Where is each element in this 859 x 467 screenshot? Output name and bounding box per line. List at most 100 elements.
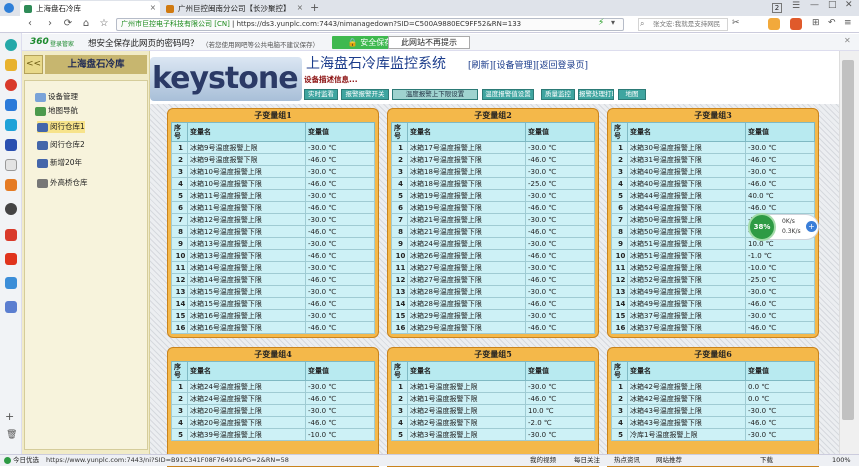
search-input[interactable]: 张文宏:我就是支持网民	[638, 18, 728, 31]
browser-sidebar-ball-icon[interactable]	[5, 203, 17, 215]
variable-value[interactable]: -30.0 ℃	[305, 380, 375, 393]
nav-button-6[interactable]: 报警处理打印	[578, 89, 614, 100]
status-item-download[interactable]: 下载	[760, 455, 773, 466]
table-row[interactable]: 2 冰箱17号温度报警下限 -46.0 ℃	[391, 153, 595, 166]
variable-value[interactable]: -30.0 ℃	[305, 261, 375, 274]
memory-gauge[interactable]: 38%	[748, 213, 776, 241]
variable-value[interactable]: -46.0 ℃	[745, 177, 815, 190]
table-row[interactable]: 11 冰箱27号温度报警上限 -30.0 ℃	[391, 261, 595, 274]
reload-icon[interactable]: ⟳	[62, 18, 74, 30]
variable-value[interactable]: -46.0 ℃	[305, 321, 375, 334]
tree-item-2[interactable]: 地图导航	[35, 105, 78, 117]
variable-value[interactable]: 40.0 ℃	[745, 189, 815, 202]
table-row[interactable]: 8 冰箱21号温度报警下限 -46.0 ℃	[391, 225, 595, 238]
table-row[interactable]: 4 冰箱18号温度报警下限 -25.0 ℃	[391, 177, 595, 190]
table-row[interactable]: 2 冰箱24号温度报警下限 -46.0 ℃	[171, 392, 375, 405]
close-tab-icon[interactable]: ×	[150, 3, 156, 12]
close-tab-icon[interactable]: ×	[297, 3, 303, 12]
variable-value[interactable]: -30.0 ℃	[525, 380, 595, 393]
variable-value[interactable]: -46.0 ℃	[525, 201, 595, 214]
variable-value[interactable]: 10.0 ℃	[525, 404, 595, 417]
browser-logo-icon[interactable]	[4, 3, 14, 13]
tree-item-5[interactable]: 新增20年	[37, 157, 82, 169]
table-row[interactable]: 15 冰箱16号温度报警上限 -30.0 ℃	[171, 309, 375, 322]
undo-icon[interactable]: ↶	[828, 18, 836, 28]
variable-value[interactable]: -30.0 ℃	[525, 261, 595, 274]
table-row[interactable]: 3 冰箱20号温度报警上限 -30.0 ℃	[171, 404, 375, 417]
table-row[interactable]: 7 冰箱21号温度报警上限 -30.0 ℃	[391, 213, 595, 226]
maximize-button[interactable]: □	[828, 0, 837, 10]
variable-value[interactable]: -46.0 ℃	[305, 153, 375, 166]
table-row[interactable]: 5 冰箱39号温度报警上限 -10.0 ℃	[171, 428, 375, 441]
table-row[interactable]: 6 冰箱19号温度报警下限 -46.0 ℃	[391, 201, 595, 214]
variable-value[interactable]: -46.0 ℃	[305, 177, 375, 190]
table-row[interactable]: 5 冰箱3号温度报警上限 -30.0 ℃	[391, 428, 595, 441]
variable-value[interactable]: -46.0 ℃	[525, 249, 595, 262]
browser-sidebar-app-icon[interactable]	[5, 139, 17, 151]
table-row[interactable]: 13 冰箱28号温度报警上限 -30.0 ℃	[391, 285, 595, 298]
variable-value[interactable]: -30.0 ℃	[525, 309, 595, 322]
browser-sidebar-p-icon[interactable]	[5, 119, 17, 131]
variable-value[interactable]: -46.0 ℃	[745, 153, 815, 166]
tree-item-4[interactable]: 闵行仓库2	[37, 139, 85, 151]
variable-value[interactable]: -46.0 ℃	[305, 392, 375, 405]
table-row[interactable]: 3 冰箱43号温度报警上限 -30.0 ℃	[611, 404, 815, 417]
variable-value[interactable]: -30.0 ℃	[745, 404, 815, 417]
table-row[interactable]: 16 冰箱37号温度报警下限 -46.0 ℃	[611, 321, 815, 334]
variable-value[interactable]: -10.0 ℃	[745, 261, 815, 274]
table-row[interactable]: 11 冰箱14号温度报警上限 -30.0 ℃	[171, 261, 375, 274]
table-row[interactable]: 2 冰箱1号温度报警下限 -46.0 ℃	[391, 392, 595, 405]
tree-item-6[interactable]: 外高桥仓库	[37, 177, 88, 189]
collapse-panel-button[interactable]: <<	[24, 55, 43, 74]
variable-value[interactable]: -46.0 ℃	[525, 321, 595, 334]
browser-sidebar-mail-icon[interactable]	[5, 99, 17, 111]
variable-value[interactable]: -30.0 ℃	[745, 285, 815, 298]
variable-value[interactable]: -30.0 ℃	[745, 141, 815, 154]
table-row[interactable]: 2 冰箱9号温度报警下限 -46.0 ℃	[171, 153, 375, 166]
home-icon[interactable]: ⌂	[80, 18, 92, 30]
table-row[interactable]: 10 冰箱13号温度报警下限 -46.0 ℃	[171, 249, 375, 262]
bookmark-star-icon[interactable]: ☆	[98, 18, 110, 30]
table-row[interactable]: 3 冰箱10号温度报警上限 -30.0 ℃	[171, 165, 375, 178]
browser-sidebar-home-icon[interactable]	[5, 39, 17, 51]
game-icon[interactable]	[790, 18, 802, 30]
browser-sidebar-star-icon[interactable]	[5, 59, 17, 71]
table-row[interactable]: 12 冰箱14号温度报警下限 -46.0 ℃	[171, 273, 375, 286]
table-row[interactable]: 14 冰箱15号温度报警下限 -46.0 ℃	[171, 297, 375, 310]
nav-button-1[interactable]: 实时监看	[304, 89, 338, 100]
nav-button-3[interactable]: 温度报警上下限设置	[392, 89, 478, 100]
table-row[interactable]: 1 冰箱42号温度报警上限 0.0 ℃	[611, 380, 815, 393]
close-bar-icon[interactable]: ✕	[844, 36, 851, 45]
table-row[interactable]: 15 冰箱37号温度报警上限 -30.0 ℃	[611, 309, 815, 322]
table-row[interactable]: 1 冰箱9号温度报警上限 -30.0 ℃	[171, 141, 375, 154]
variable-value[interactable]: -2.0 ℃	[525, 416, 595, 429]
table-row[interactable]: 4 冰箱2号温度报警下限 -2.0 ℃	[391, 416, 595, 429]
variable-value[interactable]: -46.0 ℃	[525, 392, 595, 405]
table-row[interactable]: 3 冰箱40号温度报警上限 -30.0 ℃	[611, 165, 815, 178]
variable-value[interactable]: -30.0 ℃	[305, 213, 375, 226]
variable-value[interactable]: -46.0 ℃	[305, 416, 375, 429]
more-icon[interactable]: ≡	[844, 18, 852, 28]
table-row[interactable]: 10 冰箱51号温度报警下限 -1.0 ℃	[611, 249, 815, 262]
table-row[interactable]: 14 冰箱49号温度报警下限 -46.0 ℃	[611, 297, 815, 310]
variable-value[interactable]: -25.0 ℃	[745, 273, 815, 286]
scissors-icon[interactable]: ✂	[732, 18, 740, 28]
variable-value[interactable]: -30.0 ℃	[525, 237, 595, 250]
menu-icon[interactable]: ☰	[792, 1, 800, 11]
close-window-button[interactable]: ✕	[845, 0, 853, 10]
nav-button-5[interactable]: 质量监控	[541, 89, 575, 100]
tree-item-3[interactable]: 闵行仓库1	[37, 121, 85, 133]
table-row[interactable]: 9 冰箱24号温度报警上限 -30.0 ℃	[391, 237, 595, 250]
variable-value[interactable]: -46.0 ℃	[525, 297, 595, 310]
lightning-icon[interactable]: ⚡	[598, 18, 604, 28]
variable-value[interactable]: -46.0 ℃	[745, 201, 815, 214]
variable-value[interactable]: -46.0 ℃	[525, 153, 595, 166]
variable-value[interactable]: -30.0 ℃	[745, 165, 815, 178]
variable-value[interactable]: -30.0 ℃	[525, 165, 595, 178]
table-row[interactable]: 1 冰箱1号温度报警上限 -30.0 ℃	[391, 380, 595, 393]
header-links[interactable]: [刷新][设备管理][返回登录页]	[468, 58, 588, 71]
variable-value[interactable]: -30.0 ℃	[525, 285, 595, 298]
scrollbar-thumb[interactable]	[842, 60, 854, 420]
widget-plus-icon[interactable]: +	[806, 221, 817, 232]
variable-value[interactable]: -30.0 ℃	[305, 309, 375, 322]
